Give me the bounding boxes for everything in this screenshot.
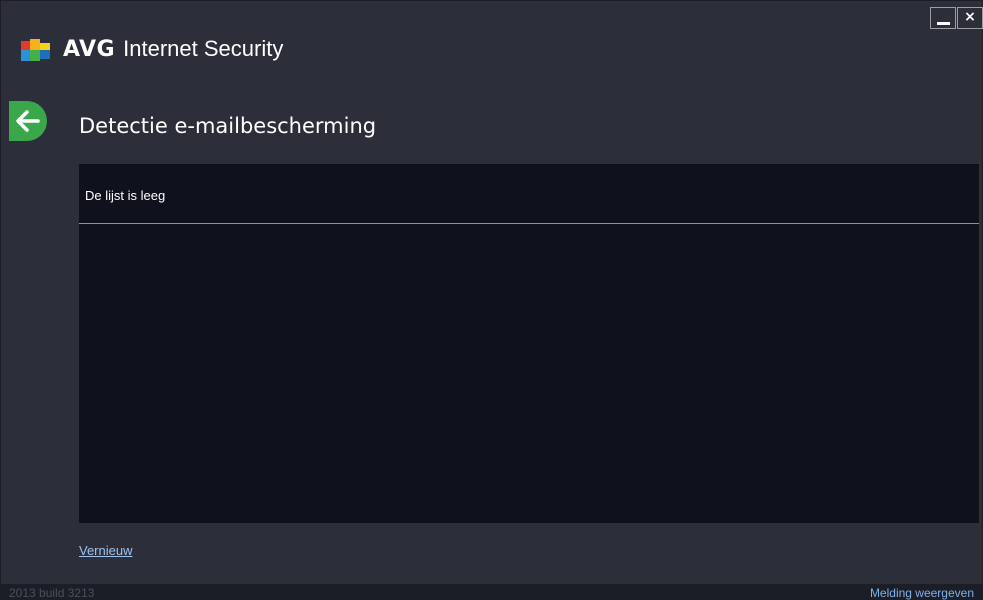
detection-list: De lijst is leeg xyxy=(79,164,979,523)
app-title: AVG Internet Security xyxy=(63,34,283,65)
list-header: De lijst is leeg xyxy=(79,164,979,224)
page-title: Detectie e-mailbescherming xyxy=(79,114,377,138)
avg-logo-icon xyxy=(19,37,61,63)
close-icon: × xyxy=(964,9,976,25)
show-notification-link[interactable]: Melding weergeven xyxy=(870,586,974,600)
back-button[interactable] xyxy=(9,101,47,141)
app-brand: AVG xyxy=(63,37,116,62)
minimize-icon xyxy=(937,22,950,25)
arrow-left-icon xyxy=(16,110,40,132)
refresh-link[interactable]: Vernieuw xyxy=(79,543,132,558)
app-product-name: Internet Security xyxy=(123,36,284,61)
close-button[interactable]: × xyxy=(957,7,983,29)
build-info: 2013 build 3213 xyxy=(9,586,95,600)
empty-list-message: De lijst is leeg xyxy=(85,188,166,203)
status-bar: 2013 build 3213 Melding weergeven xyxy=(1,584,983,600)
app-window: AVG Internet Security × Detectie e-mailbe… xyxy=(0,0,983,600)
minimize-button[interactable] xyxy=(930,7,956,29)
